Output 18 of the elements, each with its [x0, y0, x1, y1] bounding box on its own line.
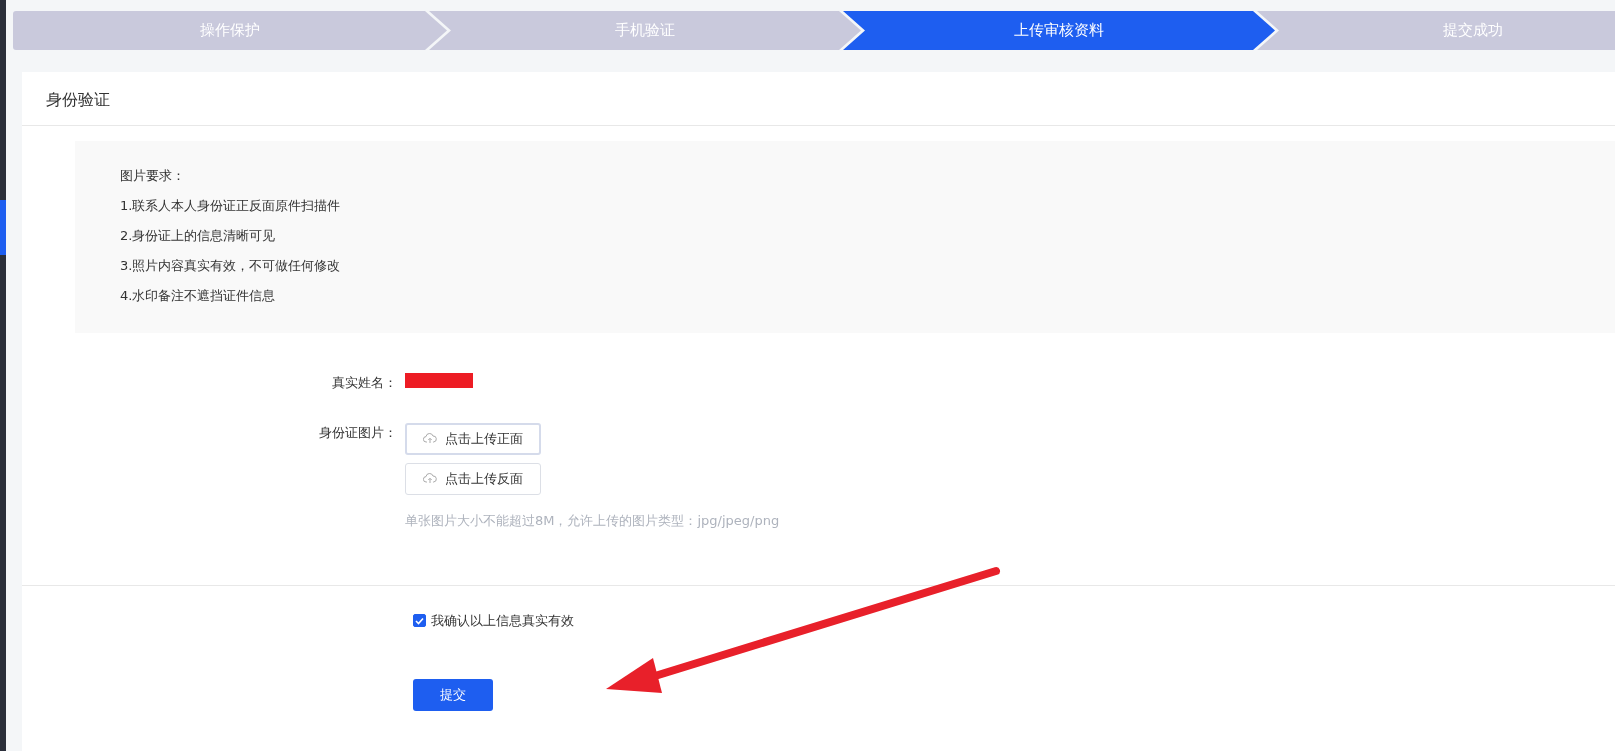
upload-button[interactable]: 点击上传正面 [405, 422, 541, 455]
requirement-item: 2.身份证上的信息清晰可见 [120, 227, 277, 245]
requirement-item: 3.照片内容真实有效，不可做任何修改 [120, 257, 342, 275]
cloud-upload-icon [423, 473, 437, 484]
upload-button[interactable]: 点击上传反面 [405, 462, 541, 495]
step-tab[interactable]: 上传审核资料 [843, 11, 1275, 50]
redaction-block [405, 373, 473, 388]
requirement-item: 1.联系人本人身份证正反面原件扫描件 [120, 197, 342, 215]
requirements-title: 图片要求： [120, 167, 186, 185]
cloud-upload-icon [423, 433, 437, 444]
field-label: 身份证图片： [318, 423, 398, 442]
section-title: 身份验证 [46, 90, 110, 109]
submit-button[interactable]: 提交 [413, 678, 493, 711]
hint-text: 单张图片大小不能超过8M，允许上传的图片类型：jpg/jpeg/png [405, 511, 780, 530]
checkbox-label[interactable]: 我确认以上信息真实有效 [431, 611, 574, 631]
requirement-item: 4.水印备注不遮挡证件信息 [120, 287, 277, 305]
checkbox[interactable] [413, 614, 426, 628]
field-label: 真实姓名： [331, 374, 398, 392]
